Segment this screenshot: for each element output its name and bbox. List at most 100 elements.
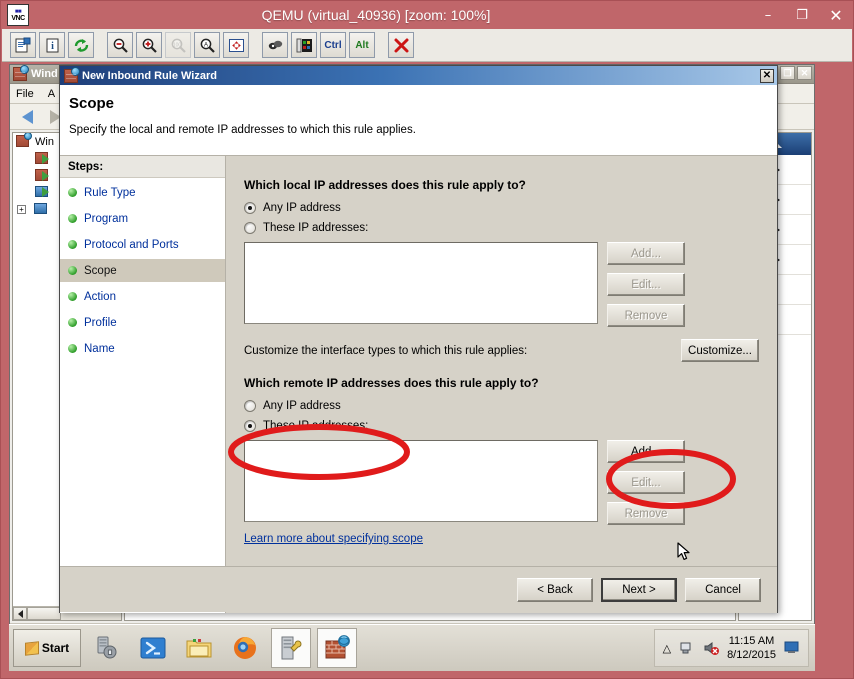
remote-ip-listbox[interactable]: [244, 440, 598, 522]
customize-button[interactable]: Customize...: [681, 339, 759, 362]
svg-text:100: 100: [172, 42, 181, 48]
back-navigation-icon[interactable]: [16, 107, 38, 127]
step-label: Name: [84, 342, 115, 355]
taskbar-item-firefox[interactable]: [225, 628, 265, 668]
vnc-toolbar: i 100 A Ctrl Alt: [2, 29, 852, 62]
learn-more-link[interactable]: Learn more about specifying scope: [244, 533, 423, 545]
ctrl-key-button[interactable]: Ctrl: [320, 32, 346, 58]
cancel-button[interactable]: Cancel: [685, 577, 761, 602]
mmc-maximize-button[interactable]: ❐: [780, 66, 795, 80]
mmc-window-title: Wind: [31, 68, 58, 80]
step-bullet-icon: [68, 292, 77, 301]
step-label: Program: [84, 212, 129, 225]
step-rule-type[interactable]: Rule Type: [60, 181, 225, 204]
local-any-ip-option[interactable]: Any IP address: [244, 198, 759, 218]
firewall-icon: [64, 66, 80, 83]
mmc-close-button[interactable]: ✕: [797, 66, 812, 80]
new-connection-icon[interactable]: [10, 32, 36, 58]
local-these-ip-label: These IP addresses:: [263, 222, 369, 234]
show-hidden-icons-icon[interactable]: △: [663, 642, 671, 655]
step-action[interactable]: Action: [60, 285, 225, 308]
zoom-fit-icon[interactable]: A: [194, 32, 220, 58]
show-desktop-icon[interactable]: [784, 641, 800, 655]
ctrl-key-label: Ctrl: [324, 39, 342, 51]
windows-logo-icon: [24, 640, 39, 656]
mmc-window-controls: ❐ ✕: [780, 66, 812, 80]
step-program[interactable]: Program: [60, 207, 225, 230]
step-bullet-icon: [68, 344, 77, 353]
remote-any-ip-radio[interactable]: [244, 400, 256, 412]
network-icon[interactable]: [679, 640, 695, 656]
clock-time: 11:15 AM: [728, 635, 775, 647]
vnc-title-bar: ■■ VNC QEMU (virtual_40936) [zoom: 100%] …: [1, 1, 853, 29]
dialog-body: Steps: Rule Type Program Protocol and Po…: [60, 156, 777, 613]
clock-date: 8/12/2015: [727, 649, 776, 661]
taskbar-item-new-inbound-rule-wizard[interactable]: [317, 628, 357, 668]
vnc-viewer-window: ■■ VNC QEMU (virtual_40936) [zoom: 100%] …: [0, 0, 854, 679]
step-label: Protocol and Ports: [84, 238, 179, 251]
zoom-in-icon[interactable]: [136, 32, 162, 58]
dialog-close-button[interactable]: ✕: [760, 68, 774, 83]
clock[interactable]: 11:15 AM 8/12/2015: [727, 634, 776, 662]
monitoring-icon: [34, 202, 50, 217]
remote-any-ip-label: Any IP address: [263, 400, 341, 412]
start-label: Start: [41, 641, 70, 655]
alt-key-button[interactable]: Alt: [349, 32, 375, 58]
firewall-icon: [13, 65, 29, 81]
step-label: Profile: [84, 316, 117, 329]
vnc-maximize-button[interactable]: ❐: [785, 2, 819, 28]
remote-these-ip-label: These IP addresses:: [263, 420, 369, 432]
step-bullet-icon: [68, 266, 77, 275]
connection-info-icon[interactable]: i: [39, 32, 65, 58]
step-protocol-and-ports[interactable]: Protocol and Ports: [60, 233, 225, 256]
remote-any-ip-option[interactable]: Any IP address: [244, 396, 759, 416]
dialog-title: New Inbound Rule Wizard: [82, 69, 217, 82]
step-bullet-icon: [68, 214, 77, 223]
refresh-icon[interactable]: [68, 32, 94, 58]
outbound-rules-icon: [35, 168, 51, 183]
page-title: Scope: [69, 95, 115, 112]
expand-plus-icon[interactable]: +: [17, 205, 26, 214]
zoom-out-icon[interactable]: [107, 32, 133, 58]
svg-text:A: A: [203, 42, 207, 48]
menu-file[interactable]: File: [16, 88, 34, 100]
scroll-left-icon[interactable]: [13, 607, 27, 620]
vnc-close-button[interactable]: ✕: [819, 2, 853, 28]
fullscreen-icon[interactable]: [223, 32, 249, 58]
steps-pane: Steps: Rule Type Program Protocol and Po…: [60, 156, 226, 613]
step-name[interactable]: Name: [60, 337, 225, 360]
options-icon[interactable]: [262, 32, 288, 58]
taskbar-item-windows-firewall-console[interactable]: [271, 628, 311, 668]
disconnect-icon[interactable]: [388, 32, 414, 58]
step-profile[interactable]: Profile: [60, 311, 225, 334]
remote-these-ip-option[interactable]: These IP addresses:: [244, 416, 759, 436]
dialog-header: Scope Specify the local and remote IP ad…: [60, 85, 777, 156]
local-ip-listbox[interactable]: [244, 242, 598, 324]
next-button[interactable]: Next >: [601, 577, 677, 602]
content-pane: Which local IP addresses does this rule …: [226, 156, 777, 613]
remote-ip-question: Which remote IP addresses does this rule…: [244, 376, 539, 390]
local-these-ip-radio[interactable]: [244, 222, 256, 234]
taskbar-item-powershell[interactable]: [133, 628, 173, 668]
remote-add-button[interactable]: Add...: [607, 440, 685, 463]
scrollbar-thumb[interactable]: [27, 607, 61, 620]
step-scope[interactable]: Scope: [60, 259, 225, 282]
new-inbound-rule-wizard-dialog[interactable]: New Inbound Rule Wizard ✕ Scope Specify …: [59, 65, 778, 613]
taskbar-item-server-manager[interactable]: [87, 628, 127, 668]
taskbar-item-file-explorer[interactable]: [179, 628, 219, 668]
local-add-button: Add...: [607, 242, 685, 265]
send-keys-icon[interactable]: [291, 32, 317, 58]
zoom-100-icon: 100: [165, 32, 191, 58]
menu-action[interactable]: A: [48, 88, 55, 100]
step-label: Scope: [84, 264, 117, 277]
local-ip-question: Which local IP addresses does this rule …: [244, 178, 526, 192]
local-these-ip-option[interactable]: These IP addresses:: [244, 218, 759, 238]
remote-these-ip-radio[interactable]: [244, 420, 256, 432]
step-bullet-icon: [68, 240, 77, 249]
local-any-ip-radio[interactable]: [244, 202, 256, 214]
vnc-minimize-button[interactable]: –: [751, 2, 785, 28]
volume-muted-icon[interactable]: [703, 640, 720, 656]
start-button[interactable]: Start: [13, 629, 81, 667]
back-button[interactable]: < Back: [517, 577, 593, 602]
local-remove-button: Remove: [607, 304, 685, 327]
